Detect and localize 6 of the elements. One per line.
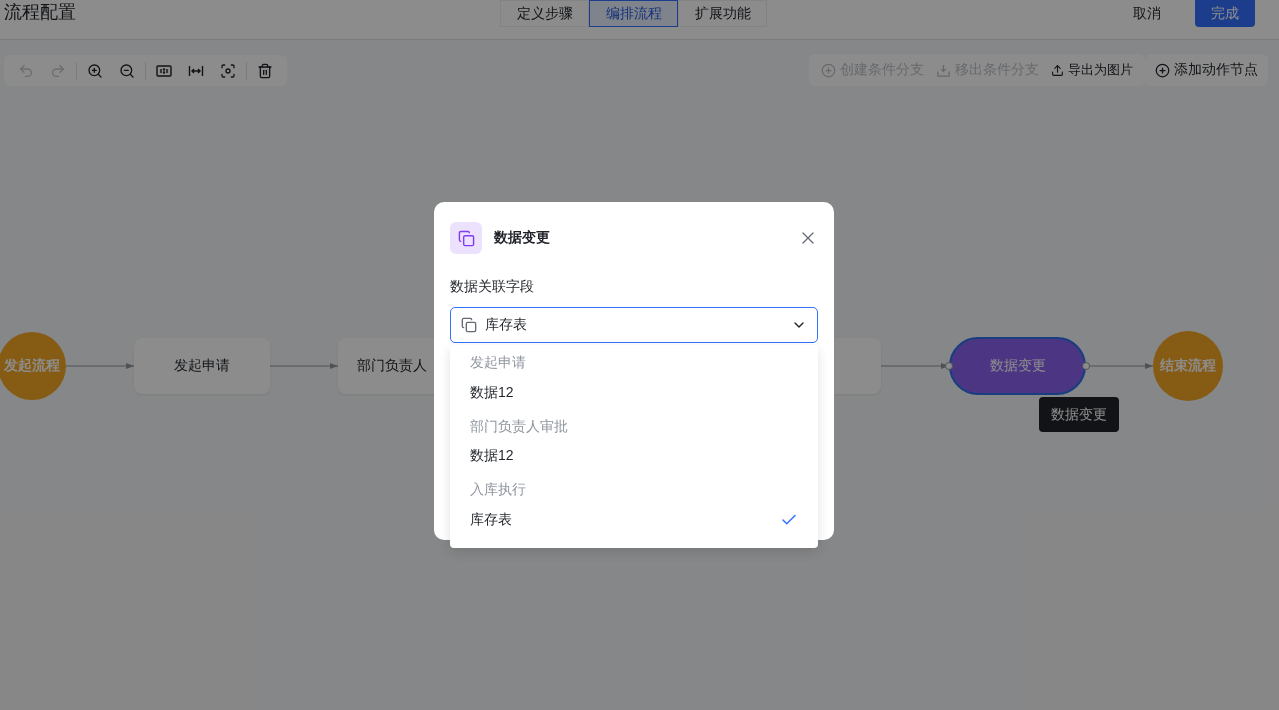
- group-label: 部门负责人审批: [470, 416, 569, 436]
- field-label: 数据关联字段: [450, 278, 535, 296]
- group-label: 入库执行: [470, 480, 527, 500]
- tooltip: 数据变更: [1039, 397, 1119, 432]
- dialog-title: 数据变更: [494, 229, 550, 247]
- page-title: 流程配置: [4, 1, 76, 24]
